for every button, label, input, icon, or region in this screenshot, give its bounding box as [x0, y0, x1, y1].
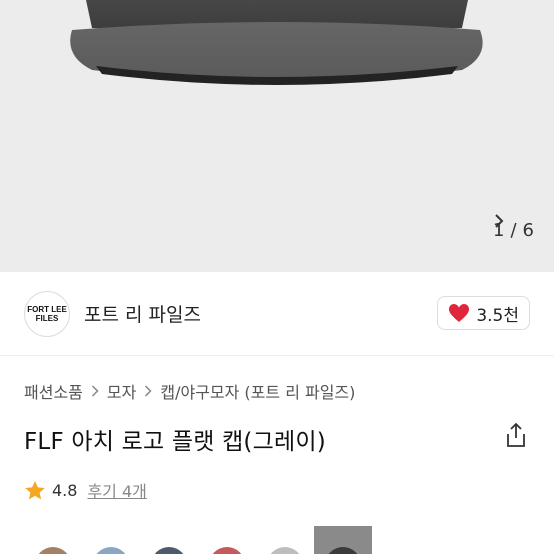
- shop-row[interactable]: FORT LEE FILES 포트 리 파일즈 3.5천: [0, 272, 554, 356]
- breadcrumb-item-fashion[interactable]: 패션소품: [24, 379, 83, 403]
- breadcrumb-item-cap[interactable]: 캡/야구모자 (포트 리 파일즈): [160, 379, 355, 403]
- breadcrumb: 패션소품 모자 캡/야구모자 (포트 리 파일즈): [24, 379, 355, 403]
- chevron-right-icon: [91, 385, 99, 397]
- shop-name[interactable]: 포트 리 파일즈: [84, 300, 201, 327]
- like-button[interactable]: 3.5천: [437, 296, 530, 330]
- cap-swatch: [267, 547, 303, 554]
- reviews-link[interactable]: 후기 4개: [87, 478, 146, 502]
- shop-logo[interactable]: FORT LEE FILES: [24, 291, 70, 337]
- chevron-right-icon: [145, 385, 152, 397]
- product-image-gallery[interactable]: 1 / 6: [0, 0, 554, 272]
- cap-swatch: [209, 547, 245, 554]
- rating-row: 4.8 후기 4개: [24, 478, 147, 502]
- like-count: 3.5천: [476, 305, 519, 326]
- shop-logo-line2: FILES: [35, 314, 59, 323]
- color-thumbnail[interactable]: [24, 526, 82, 554]
- counter-total: 6: [522, 219, 534, 241]
- color-thumbnails: [24, 526, 372, 554]
- color-thumbnail[interactable]: [140, 526, 198, 554]
- image-counter[interactable]: 1 / 6: [493, 214, 534, 246]
- share-icon[interactable]: [504, 422, 528, 448]
- cap-swatch: [35, 547, 71, 554]
- color-thumbnail[interactable]: [256, 526, 314, 554]
- cap-swatch: [151, 547, 187, 554]
- counter-separator: /: [510, 219, 517, 241]
- cap-swatch: [325, 547, 361, 554]
- breadcrumb-item-hat[interactable]: 모자: [107, 379, 136, 403]
- color-thumbnail[interactable]: [82, 526, 140, 554]
- star-icon: [25, 480, 45, 499]
- product-title: FLF 아치 로고 플랫 캡(그레이): [24, 429, 326, 455]
- color-thumbnail[interactable]: [198, 526, 256, 554]
- heart-icon: [449, 304, 470, 322]
- rating-score: 4.8: [52, 480, 78, 500]
- shop-logo-line1: FORT LEE: [27, 305, 67, 314]
- color-thumbnail[interactable]: [314, 526, 372, 554]
- product-cap-image: [0, 0, 554, 272]
- cap-swatch: [93, 547, 129, 554]
- chevron-right-icon[interactable]: [493, 214, 505, 228]
